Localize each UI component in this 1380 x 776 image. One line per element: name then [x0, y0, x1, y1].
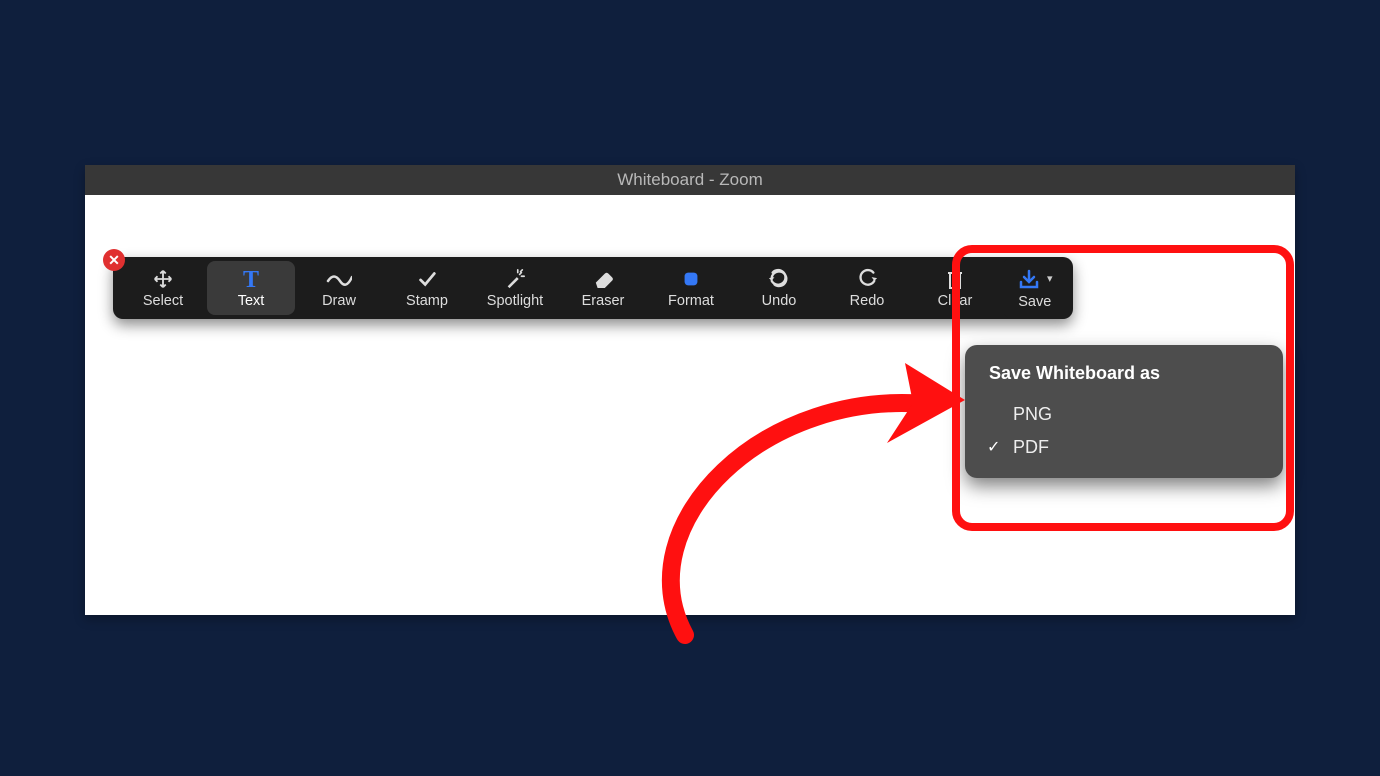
tool-label: Eraser	[582, 294, 625, 309]
option-label: PNG	[1013, 404, 1052, 424]
tool-label: Select	[143, 294, 183, 309]
svg-text:T: T	[243, 267, 259, 291]
redo-icon	[856, 267, 878, 291]
whiteboard-canvas[interactable]: ✕ Select T Text	[85, 195, 1295, 615]
tool-label: Clear	[938, 294, 973, 309]
tool-label: Save	[1018, 294, 1051, 310]
annotation-toolbar: ✕ Select T Text	[113, 257, 1073, 319]
download-icon	[1017, 268, 1041, 290]
check-icon: ✓	[987, 437, 1000, 457]
text-icon: T	[239, 267, 263, 291]
format-icon	[680, 267, 702, 291]
save-dropdown: Save Whiteboard as PNG ✓ PDF	[965, 345, 1283, 478]
move-icon	[152, 267, 174, 291]
undo-icon	[768, 267, 790, 291]
select-tool[interactable]: Select	[119, 257, 207, 319]
tool-label: Text	[238, 294, 265, 309]
spotlight-icon	[504, 267, 526, 291]
redo-tool[interactable]: Redo	[823, 257, 911, 319]
clear-tool[interactable]: Clear	[911, 257, 999, 319]
spotlight-tool[interactable]: Spotlight	[471, 257, 559, 319]
tool-label: Draw	[322, 294, 356, 309]
chevron-down-icon[interactable]: ▾	[1047, 272, 1053, 285]
eraser-tool[interactable]: Eraser	[559, 257, 647, 319]
tool-label: Undo	[762, 294, 797, 309]
dropdown-title: Save Whiteboard as	[979, 363, 1269, 384]
window-titlebar: Whiteboard - Zoom	[85, 165, 1295, 195]
window-title: Whiteboard - Zoom	[617, 170, 763, 189]
tool-label: Format	[668, 294, 714, 309]
eraser-icon	[592, 267, 614, 291]
save-option-pdf[interactable]: ✓ PDF	[979, 431, 1269, 464]
draw-icon	[326, 267, 352, 291]
trash-icon	[945, 267, 965, 291]
format-tool[interactable]: Format	[647, 257, 735, 319]
undo-tool[interactable]: Undo	[735, 257, 823, 319]
save-option-png[interactable]: PNG	[979, 398, 1269, 431]
save-button[interactable]: ▾ Save	[1003, 257, 1067, 319]
option-label: PDF	[1013, 437, 1049, 457]
text-tool[interactable]: T Text	[207, 261, 295, 315]
tool-label: Stamp	[406, 294, 448, 309]
tool-label: Spotlight	[487, 294, 543, 309]
save-tool-group: ▾ Save	[1003, 257, 1067, 319]
stamp-icon	[416, 267, 438, 291]
draw-tool[interactable]: Draw	[295, 257, 383, 319]
stamp-tool[interactable]: Stamp	[383, 257, 471, 319]
annotation-arrow	[565, 345, 985, 645]
tool-label: Redo	[850, 294, 885, 309]
whiteboard-window: Whiteboard - Zoom ✕ Select T	[85, 165, 1295, 615]
